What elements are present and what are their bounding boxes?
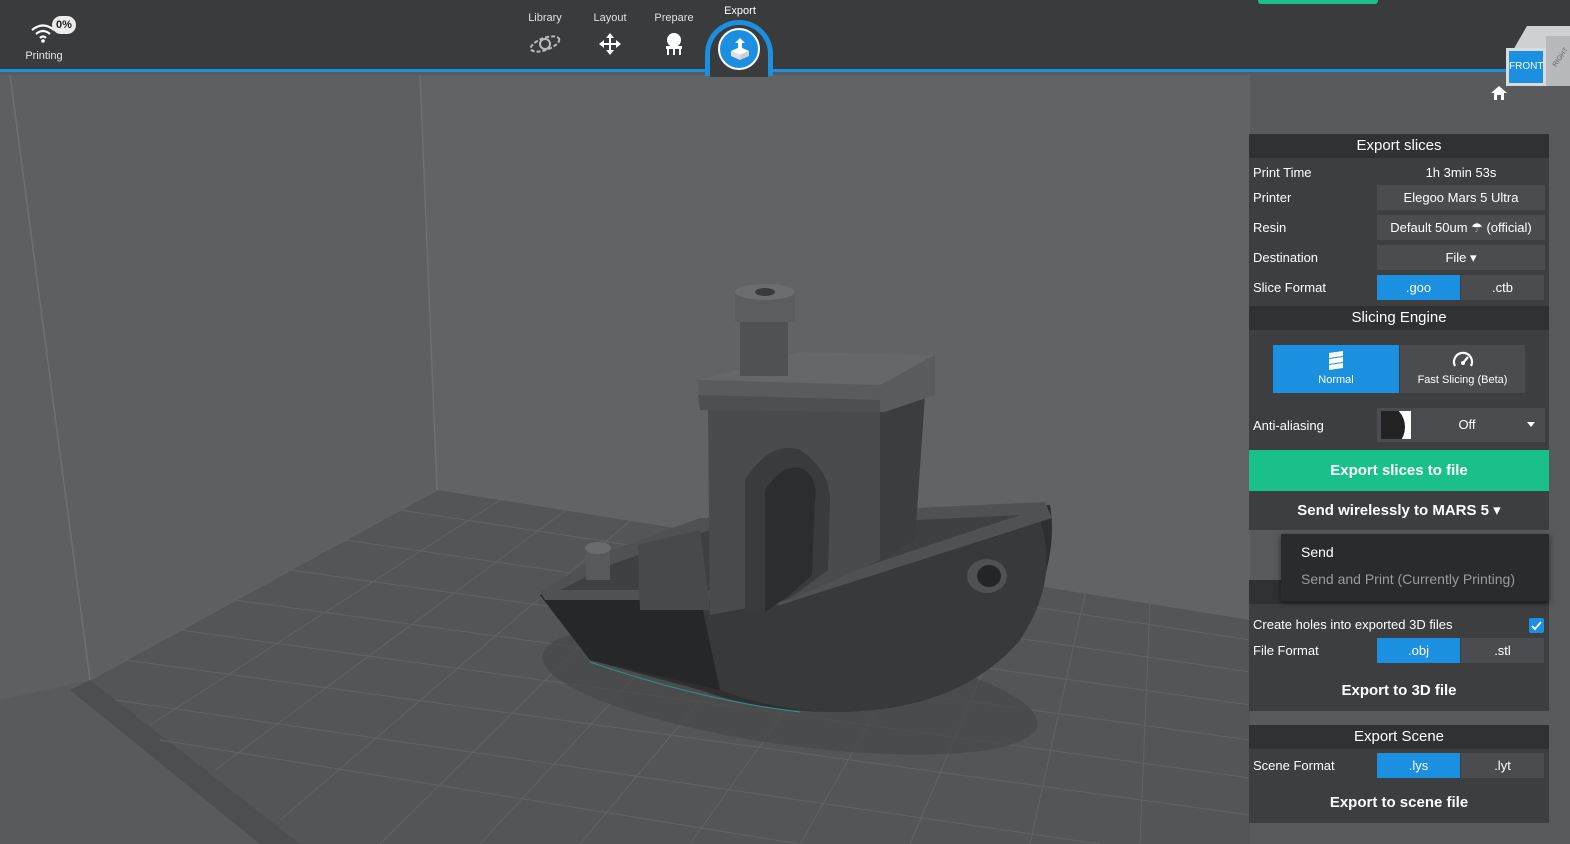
file-format-stl-button[interactable]: .stl [1461,638,1544,663]
slice-format-goo-button[interactable]: .goo [1377,275,1460,300]
engine-fast-label: Fast Slicing (Beta) [1417,374,1508,386]
destination-dropdown[interactable]: File ▾ [1377,245,1545,270]
file-format-obj-button[interactable]: .obj [1377,638,1460,663]
top-toolbar [0,0,1570,72]
export-scene-title: Export Scene [1249,725,1549,749]
print-time-label: Print Time [1253,165,1312,180]
slice-format-ctb-button[interactable]: .ctb [1461,275,1544,300]
scene-format-lys-button[interactable]: .lys [1377,753,1460,778]
printer-row: Printer Elegoo Mars 5 Ultra [1249,185,1549,211]
layers-icon [1329,351,1343,370]
tab-prepare[interactable]: Prepare [644,12,704,56]
library-icon [529,35,561,53]
send-wirelessly-menu: Send Send and Print (Currently Printing) [1281,534,1549,601]
tab-library-label: Library [528,12,562,24]
file-format-row: File Format .obj .stl [1249,638,1549,664]
export-3d-file-button[interactable]: Export to 3D file [1249,671,1549,711]
tab-export[interactable]: Export [710,0,770,21]
holes-label: Create holes into exported 3D files [1253,617,1453,632]
anti-aliasing-dropdown[interactable]: Off [1377,408,1545,442]
slice-format-row: Slice Format .goo .ctb [1249,275,1549,301]
printer-label: Printer [1253,190,1292,205]
tab-prepare-label: Prepare [654,12,694,24]
engine-normal-button[interactable]: Normal [1273,345,1399,393]
menu-item-send-and-print[interactable]: Send and Print (Currently Printing) [1301,571,1515,587]
print-progress-badge: 0% [52,16,76,34]
export-slices-title: Export slices [1249,134,1549,158]
top-accent-bar [1258,0,1378,4]
speedometer-icon [1452,351,1473,367]
send-wirelessly-button[interactable]: Send wirelessly to MARS 5 ▾ [1249,492,1549,530]
tab-layout[interactable]: Layout [580,12,640,56]
export-tab-button[interactable] [718,28,760,70]
slicing-engine-title: Slicing Engine [1249,306,1549,330]
resin-label: Resin [1253,220,1287,235]
printer-select[interactable]: Elegoo Mars 5 Ultra [1377,185,1545,210]
holes-checkbox[interactable] [1529,618,1544,633]
export-scene-file-button[interactable]: Export to scene file [1249,783,1549,823]
checkmark-icon [1531,621,1542,631]
export-upload-icon [731,38,749,60]
holes-row: Create holes into exported 3D files [1249,612,1549,638]
anti-aliasing-preview [1381,411,1411,439]
supports-icon [666,33,682,55]
view-cube-front[interactable]: FRONT [1506,48,1546,86]
view-cube[interactable]: RIGHT FRONT [1500,26,1570,90]
scene-format-lyt-button[interactable]: .lyt [1461,753,1544,778]
resin-row: Resin Default 50um ☂ (official) [1249,215,1549,241]
export-slices-to-file-button[interactable]: Export slices to file [1249,450,1549,491]
file-format-label: File Format [1253,643,1319,658]
destination-label: Destination [1253,250,1319,265]
tab-export-label: Export [724,5,756,17]
anti-aliasing-row: Anti-aliasing Off [1249,408,1549,442]
printing-status-label: Printing [25,50,63,62]
home-view-icon[interactable] [1490,85,1508,101]
export-slices-panel: Export slices Print Time 1h 3min 53s Pri… [1249,134,1549,530]
move-arrows-icon [599,33,621,55]
anti-aliasing-label: Anti-aliasing [1253,418,1324,433]
export-scene-panel: Export Scene Scene Format .lys .lyt Expo… [1249,725,1549,823]
printer-status[interactable]: 0% Printing [18,12,78,66]
anti-aliasing-value: Off [1458,417,1476,432]
caret-down-icon [1527,422,1535,427]
print-time-value: 1h 3min 53s [1425,165,1497,180]
print-time-row: Print Time 1h 3min 53s [1249,160,1549,186]
scene-format-label: Scene Format [1253,758,1335,773]
tab-layout-label: Layout [593,12,627,24]
slice-format-label: Slice Format [1253,280,1326,295]
menu-item-send[interactable]: Send [1301,544,1334,560]
resin-select[interactable]: Default 50um ☂ (official) [1377,215,1545,240]
scene-format-row: Scene Format .lys .lyt [1249,753,1549,779]
engine-fast-button[interactable]: Fast Slicing (Beta) [1400,345,1525,393]
destination-row: Destination File ▾ [1249,245,1549,271]
engine-normal-label: Normal [1318,374,1354,386]
tab-library[interactable]: Library [515,12,575,56]
